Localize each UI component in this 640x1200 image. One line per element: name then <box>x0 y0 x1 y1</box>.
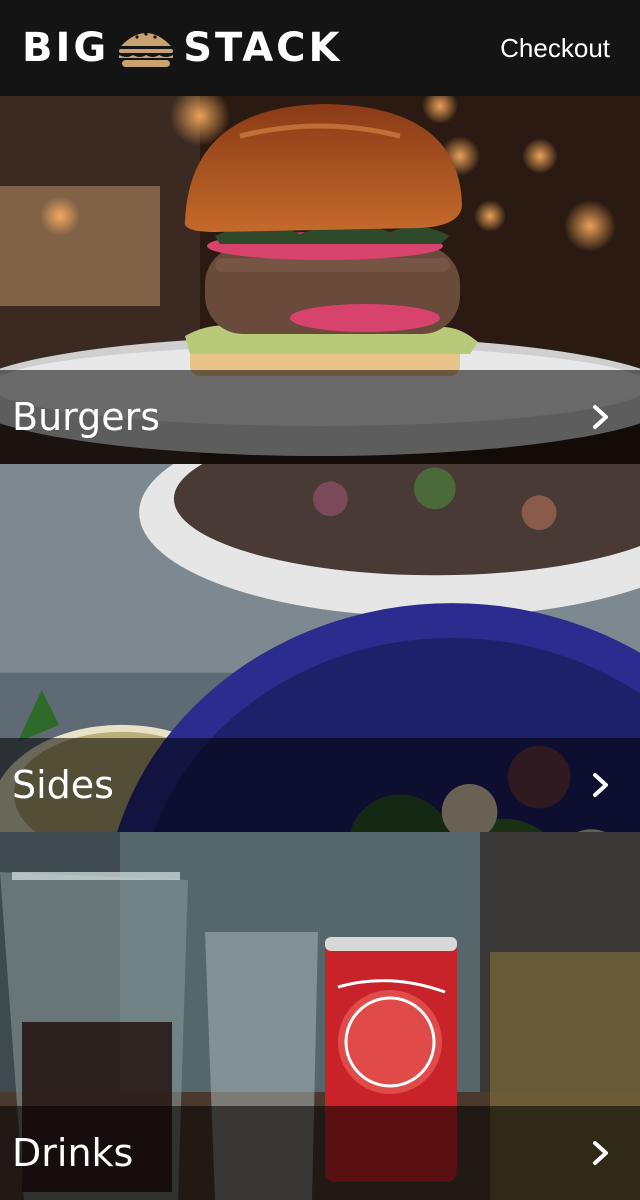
category-drinks[interactable]: Drinks <box>0 832 640 1200</box>
checkout-link[interactable]: Checkout <box>500 33 610 64</box>
burger-logo-icon <box>119 32 174 67</box>
logo[interactable]: BIG STACK <box>22 26 343 70</box>
category-label-drinks: Drinks <box>12 1131 134 1175</box>
category-label-bar: Sides <box>0 738 640 832</box>
category-sides[interactable]: Sides <box>0 464 640 832</box>
category-label-bar: Drinks <box>0 1106 640 1200</box>
chevron-right-icon <box>593 773 608 797</box>
chevron-right-icon <box>593 1141 608 1165</box>
top-bar: BIG STACK Checkout <box>0 0 640 96</box>
category-burgers[interactable]: Burgers <box>0 96 640 464</box>
category-label-bar: Burgers <box>0 370 640 464</box>
logo-text-left: BIG <box>22 25 110 71</box>
chevron-right-icon <box>593 405 608 429</box>
category-label-sides: Sides <box>12 763 114 807</box>
category-label-burgers: Burgers <box>12 395 161 439</box>
logo-text-right: STACK <box>183 25 343 71</box>
